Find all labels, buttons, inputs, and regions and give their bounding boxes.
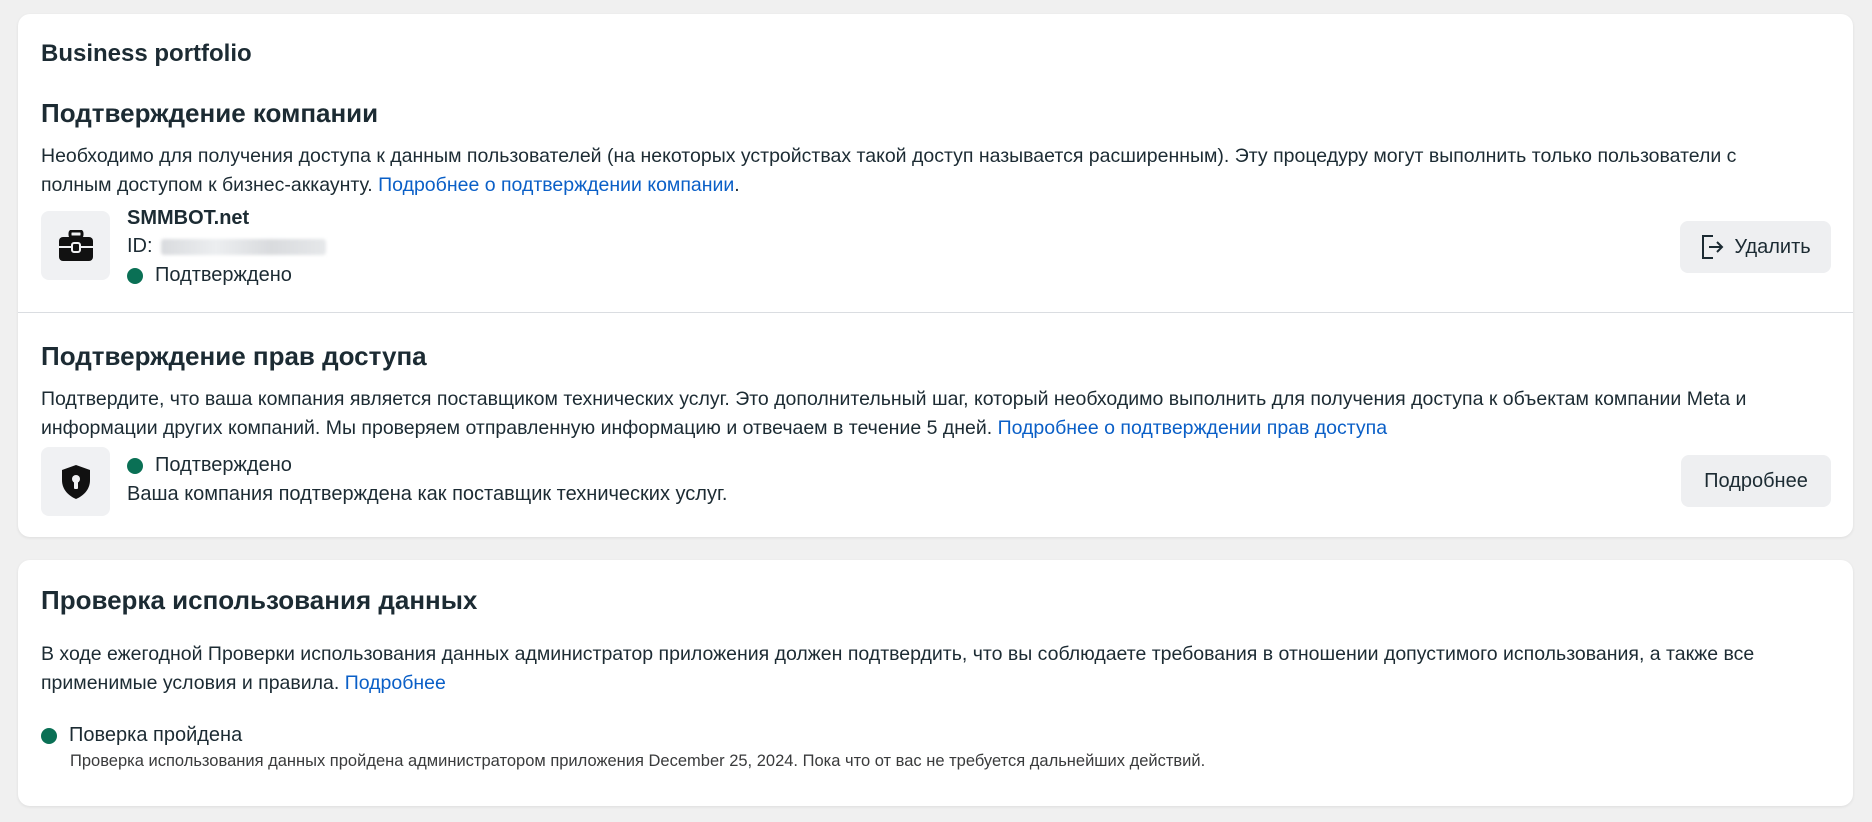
logout-icon — [1702, 235, 1724, 259]
access-status-description: Ваша компания подтверждена как поставщик… — [127, 483, 728, 505]
company-icon-box — [41, 211, 110, 280]
checkup-status: Поверка пройдена — [41, 724, 242, 747]
company-verification-text: Необходимо для получения доступа к данны… — [41, 142, 1801, 200]
company-id: ID: — [127, 235, 326, 258]
checkup-status-text: Поверка пройдена — [69, 724, 243, 746]
company-status-text: Подтверждено — [155, 264, 292, 286]
id-label: ID: — [127, 235, 153, 257]
section-divider — [18, 312, 1853, 313]
status-dot-icon — [127, 457, 143, 474]
briefcase-icon — [58, 229, 93, 261]
access-verification-text: Подтвердите, что ваша компания является … — [41, 385, 1801, 443]
checkup-status-detail: Проверка использования данных пройдена а… — [70, 752, 1206, 770]
company-verification-link[interactable]: Подробнее о подтверждении компании — [378, 174, 734, 196]
status-dot-icon — [41, 727, 57, 744]
data-use-checkup-card: Проверка использования данных В ходе еже… — [18, 560, 1853, 806]
portfolio-title: Business portfolio — [41, 40, 252, 67]
data-use-checkup-text: В ходе ежегодной Проверки использования … — [41, 640, 1801, 698]
status-dot-icon — [127, 267, 143, 284]
access-icon-box — [41, 447, 110, 516]
access-verification-description: Подтвердите, что ваша компания является … — [41, 388, 1747, 439]
access-status: Подтверждено — [127, 454, 292, 477]
access-status-text: Подтверждено — [155, 454, 292, 476]
company-status: Подтверждено — [127, 264, 292, 287]
access-verification-link[interactable]: Подробнее о подтверждении прав доступа — [998, 417, 1387, 439]
company-verification-title: Подтверждение компании — [41, 98, 379, 128]
remove-button[interactable]: Удалить — [1680, 221, 1831, 273]
id-value-blurred — [160, 238, 326, 255]
company-name: SMMBOT.net — [127, 207, 250, 229]
data-use-checkup-link[interactable]: Подробнее — [345, 672, 446, 694]
company-verification-description: Необходимо для получения доступа к данны… — [41, 145, 1737, 196]
remove-button-label: Удалить — [1734, 235, 1811, 258]
access-verification-title: Подтверждение прав доступа — [41, 341, 427, 371]
business-portfolio-card: Business portfolio Подтверждение компани… — [18, 14, 1853, 537]
details-button[interactable]: Подробнее — [1681, 455, 1831, 507]
data-use-checkup-title: Проверка использования данных — [41, 585, 478, 615]
link-suffix: . — [734, 174, 740, 196]
data-use-checkup-description: В ходе ежегодной Проверки использования … — [41, 643, 1755, 694]
shield-lock-icon — [61, 464, 90, 499]
